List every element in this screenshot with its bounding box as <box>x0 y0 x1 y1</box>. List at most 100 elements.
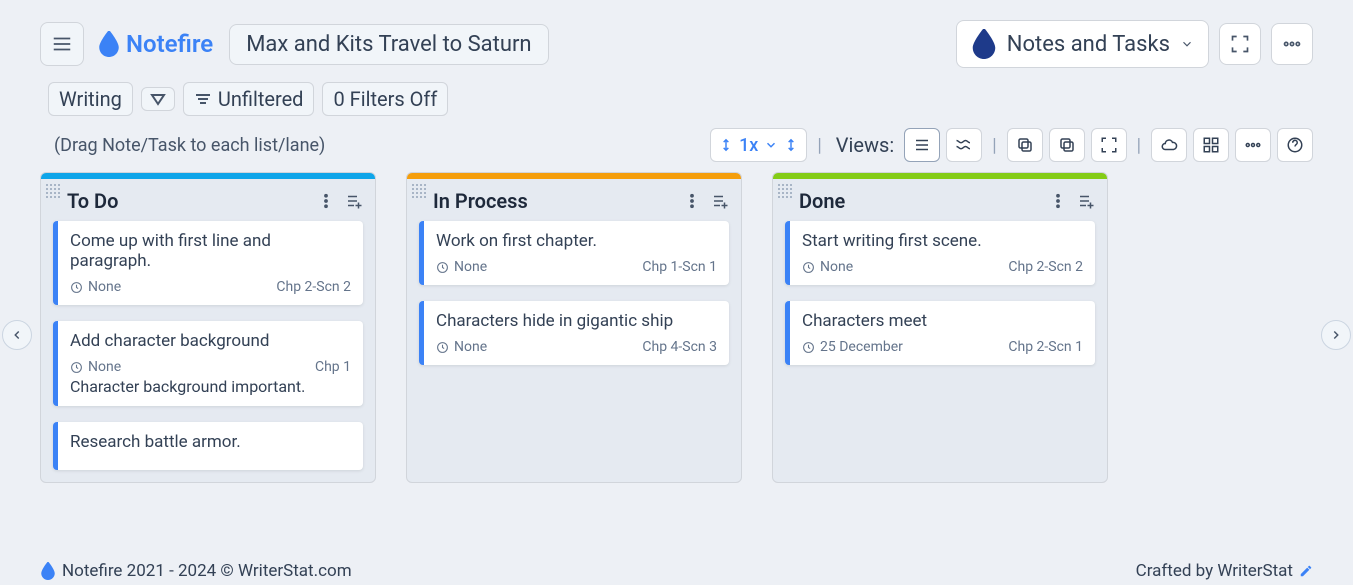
separator: | <box>1133 135 1145 156</box>
cards-container: Work on first chapter.NoneChp 1-Scn 1 Cha… <box>407 221 741 377</box>
fullscreen-button[interactable] <box>1219 23 1261 65</box>
top-right-controls: Notes and Tasks <box>956 20 1313 68</box>
card-title: Come up with first line and paragraph. <box>70 231 351 271</box>
lane: To Do Come up with first line and paragra… <box>40 172 376 483</box>
zoom-control[interactable]: 1x <box>710 128 807 162</box>
more-button[interactable] <box>1271 23 1313 65</box>
add-card-icon[interactable] <box>711 192 729 210</box>
filter-dropdown-button[interactable] <box>141 87 175 111</box>
lane: In Process Work on first chapter.NoneChp … <box>406 172 742 483</box>
task-card[interactable]: Add character backgroundNoneChp 1Charact… <box>53 321 363 406</box>
card-title: Research battle armor. <box>70 432 351 452</box>
fullscreen-icon <box>1230 34 1250 54</box>
task-card[interactable]: Research battle armor. <box>53 422 363 470</box>
filters-off-button[interactable]: 0 Filters Off <box>322 82 448 116</box>
duplicate-button[interactable] <box>1049 128 1085 162</box>
cloud-button[interactable] <box>1151 128 1187 162</box>
card-due: None <box>436 339 487 355</box>
card-due: None <box>802 259 853 275</box>
lane-actions <box>1049 192 1095 210</box>
card-meta: NoneChp 4-Scn 3 <box>436 339 717 355</box>
lane-header: To Do <box>41 179 375 221</box>
views-label: Views: <box>832 133 898 157</box>
scroll-left-button[interactable] <box>2 320 32 350</box>
more-options-button[interactable] <box>1235 128 1271 162</box>
chevron-right-icon <box>1329 328 1343 342</box>
card-due: None <box>70 359 121 375</box>
grid-button[interactable] <box>1193 128 1229 162</box>
cards-container: Start writing first scene. None Chp 2-Scn … <box>773 221 1107 377</box>
top-bar: Notefire Max and Kits Travel to Saturn N… <box>0 0 1353 76</box>
card-ref: Chp 2-Scn 2 <box>1008 259 1083 275</box>
task-card[interactable]: Come up with first line and paragraph. No… <box>53 221 363 305</box>
card-title: Start writing first scene. <box>802 231 1083 251</box>
filter-icon <box>194 92 212 106</box>
drag-handle-icon[interactable] <box>777 183 793 199</box>
task-card[interactable]: Work on first chapter.NoneChp 1-Scn 1 <box>419 221 729 285</box>
task-card[interactable]: Characters meet25 DecemberChp 2-Scn 1 <box>785 301 1095 365</box>
footer-credit: Crafted by WriterStat <box>1136 561 1293 581</box>
wave-icon <box>955 136 973 154</box>
hint-row: (Drag Note/Task to each list/lane) 1x | … <box>0 120 1353 166</box>
dots-vertical-icon[interactable] <box>1049 192 1067 210</box>
card-title: Characters hide in gigantic ship <box>436 311 717 331</box>
separator: | <box>813 135 825 156</box>
lane-header: Done <box>773 179 1107 221</box>
card-ref: Chp 2-Scn 1 <box>1008 339 1083 355</box>
expand-icon <box>1100 136 1118 154</box>
card-due: None <box>70 279 121 295</box>
footer-copyright: Notefire 2021 - 2024 © WriterStat.com <box>62 561 352 581</box>
dots-vertical-icon[interactable] <box>317 192 335 210</box>
help-button[interactable] <box>1277 128 1313 162</box>
wave-view-button[interactable] <box>946 128 982 162</box>
card-meta: None Chp 2-Scn 2 <box>802 259 1083 275</box>
card-ref: Chp 2-Scn 2 <box>276 279 351 295</box>
card-title: Add character background <box>70 331 351 351</box>
expand-button[interactable] <box>1091 128 1127 162</box>
drop-icon <box>971 29 997 59</box>
chevron-left-icon <box>10 328 24 342</box>
kanban-board: To Do Come up with first line and paragra… <box>0 166 1353 483</box>
view-selector-button[interactable]: Notes and Tasks <box>956 20 1209 68</box>
scroll-right-button[interactable] <box>1321 320 1351 350</box>
dots-vertical-icon[interactable] <box>683 192 701 210</box>
dots-horizontal-icon <box>1244 136 1262 154</box>
card-meta: 25 December Chp 2-Scn 1 <box>802 339 1083 355</box>
drag-handle-icon[interactable] <box>411 183 427 199</box>
card-due: 25 December <box>802 339 903 355</box>
writing-filter[interactable]: Writing <box>48 82 133 116</box>
drag-handle-icon[interactable] <box>45 183 61 199</box>
grid-icon <box>1202 136 1220 154</box>
triangle-down-icon <box>150 92 166 106</box>
add-card-icon[interactable] <box>1077 192 1095 210</box>
drag-hint: (Drag Note/Task to each list/lane) <box>54 135 325 156</box>
copy-button[interactable] <box>1007 128 1043 162</box>
lane-actions <box>683 192 729 210</box>
card-ref: Chp 1 <box>315 359 351 375</box>
add-card-icon[interactable] <box>345 192 363 210</box>
arrows-vertical-icon <box>719 138 733 152</box>
footer-left: Notefire 2021 - 2024 © WriterStat.com <box>40 561 352 581</box>
lane-title: To Do <box>67 189 118 213</box>
list-icon <box>913 136 931 154</box>
chevron-down-icon <box>1180 37 1194 51</box>
flame-icon <box>40 562 56 580</box>
separator: | <box>988 135 1000 156</box>
lane: Done Start writing first scene. None Chp 2-… <box>772 172 1108 483</box>
task-card[interactable]: Characters hide in gigantic ship NoneChp … <box>419 301 729 365</box>
unfiltered-button[interactable]: Unfiltered <box>183 82 315 116</box>
list-view-button[interactable] <box>904 128 940 162</box>
view-toolbar: 1x | Views: | | <box>710 128 1313 162</box>
project-title[interactable]: Max and Kits Travel to Saturn <box>229 24 548 65</box>
lane-title: Done <box>799 189 845 213</box>
cards-container: Come up with first line and paragraph. No… <box>41 221 375 482</box>
copy-icon <box>1016 136 1034 154</box>
card-meta: None Chp 2-Scn 2 <box>70 279 351 295</box>
pencil-icon <box>1299 564 1313 578</box>
menu-button[interactable] <box>40 22 84 66</box>
lane-title: In Process <box>433 189 528 213</box>
arrows-vertical-icon <box>784 138 798 152</box>
task-card[interactable]: Start writing first scene. None Chp 2-Scn … <box>785 221 1095 285</box>
card-meta: None Chp 1 <box>70 359 351 375</box>
app-logo[interactable]: Notefire <box>98 30 213 58</box>
